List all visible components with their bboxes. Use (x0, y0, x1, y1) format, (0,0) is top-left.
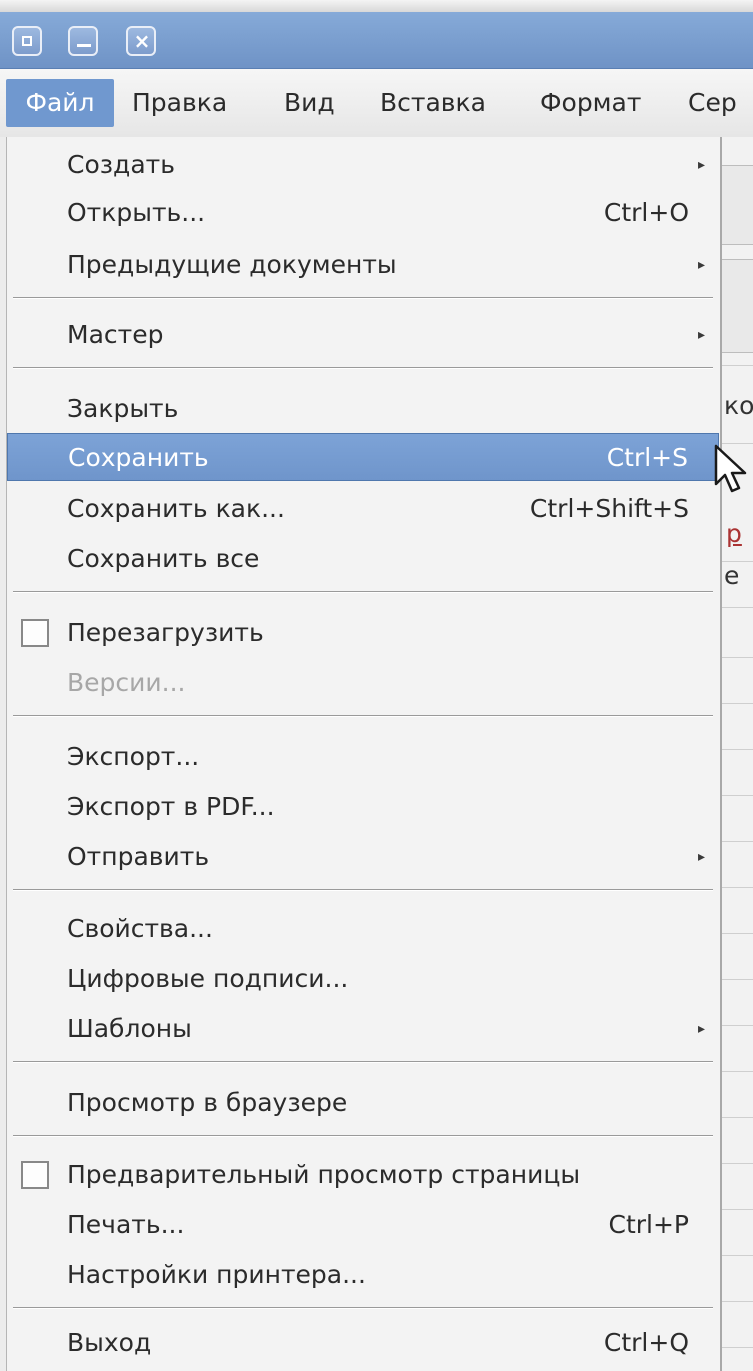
submenu-arrow-icon: ▸ (697, 257, 705, 273)
menu-item-shortcut: Ctrl+Q (603, 1328, 689, 1357)
menu-tools[interactable]: Сер (688, 83, 737, 123)
menu-item-save-all[interactable]: Сохранить все (7, 535, 719, 583)
menu-item-label: Предыдущие документы (67, 250, 397, 279)
menu-item-label: Закрыть (67, 394, 179, 423)
mouse-cursor-icon (714, 444, 747, 493)
menu-item-new[interactable]: Создать ▸ (7, 141, 719, 189)
menu-item-export-pdf[interactable]: Экспорт в PDF... (7, 783, 719, 831)
menu-view[interactable]: Вид (284, 83, 335, 123)
window-menu-button[interactable] (12, 26, 42, 56)
menu-item-export[interactable]: Экспорт... (7, 733, 719, 781)
minimize-button[interactable] (68, 26, 98, 56)
menu-item-exit[interactable]: Выход Ctrl+Q (7, 1319, 719, 1367)
background-text-fragment: р (726, 519, 742, 548)
window-top-edge (0, 0, 753, 12)
background-toolbar (722, 165, 753, 245)
checkbox-icon (21, 1161, 49, 1189)
menu-separator (13, 591, 713, 593)
menu-item-label: Свойства... (67, 914, 213, 943)
menu-item-preview-in-browser[interactable]: Просмотр в браузере (7, 1079, 719, 1127)
menu-item-properties[interactable]: Свойства... (7, 905, 719, 953)
title-bar: × (0, 12, 753, 69)
menu-item-templates[interactable]: Шаблоны ▸ (7, 1005, 719, 1053)
menu-item-label: Экспорт в PDF... (67, 792, 275, 821)
menu-item-recent-documents[interactable]: Предыдущие документы ▸ (7, 241, 719, 289)
menu-item-label: Печать... (67, 1210, 185, 1239)
menu-file[interactable]: Файл (6, 79, 114, 127)
submenu-arrow-icon: ▸ (697, 157, 705, 173)
menu-item-label: Создать (67, 150, 175, 179)
background-formula-box (722, 259, 753, 353)
menu-item-save[interactable]: Сохранить Ctrl+S (7, 433, 719, 481)
menu-item-printer-settings[interactable]: Настройки принтера... (7, 1251, 719, 1299)
menu-separator (13, 1307, 713, 1309)
menu-separator (13, 889, 713, 891)
menu-item-wizard[interactable]: Мастер ▸ (7, 311, 719, 359)
menu-item-label: Версии... (67, 668, 186, 697)
file-menu-dropdown: Создать ▸ Открыть... Ctrl+O Предыдущие д… (6, 137, 722, 1371)
menu-separator (13, 1135, 713, 1137)
menu-insert[interactable]: Вставка (380, 83, 486, 123)
close-icon: × (133, 29, 151, 53)
menu-item-label: Шаблоны (67, 1014, 192, 1043)
menu-item-shortcut: Ctrl+P (608, 1210, 689, 1239)
menu-item-label: Предварительный просмотр страницы (67, 1160, 581, 1189)
menu-item-shortcut: Ctrl+S (606, 443, 688, 472)
menu-item-label: Сохранить все (67, 544, 260, 573)
menu-separator (13, 1061, 713, 1063)
menu-item-save-as[interactable]: Сохранить как... Ctrl+Shift+S (7, 485, 719, 533)
background-document-area: ко р е (722, 137, 753, 1371)
menu-item-label: Выход (67, 1328, 152, 1357)
menu-bar: Файл Правка Вид Вставка Формат Сер (0, 69, 753, 137)
menu-item-page-preview[interactable]: Предварительный просмотр страницы (7, 1151, 719, 1199)
menu-separator (13, 367, 713, 369)
menu-item-label: Просмотр в браузере (67, 1088, 348, 1117)
menu-separator (13, 715, 713, 717)
close-button[interactable]: × (126, 26, 156, 56)
checkbox-icon (21, 619, 49, 647)
menu-item-label: Перезагрузить (67, 618, 264, 647)
background-text-fragment: ко (724, 391, 753, 420)
menu-item-label: Экспорт... (67, 742, 200, 771)
menu-item-versions: Версии... (7, 659, 719, 707)
submenu-arrow-icon: ▸ (697, 327, 705, 343)
submenu-arrow-icon: ▸ (697, 849, 705, 865)
menu-edit[interactable]: Правка (132, 83, 227, 123)
menu-item-label: Цифровые подписи... (67, 964, 349, 993)
submenu-arrow-icon: ▸ (697, 1021, 705, 1037)
menu-item-shortcut: Ctrl+Shift+S (529, 494, 689, 523)
menu-item-close[interactable]: Закрыть (7, 385, 719, 433)
menu-item-label: Настройки принтера... (67, 1260, 366, 1289)
menu-item-shortcut: Ctrl+O (603, 198, 689, 227)
menu-item-print[interactable]: Печать... Ctrl+P (7, 1201, 719, 1249)
background-text-fragment: е (724, 561, 740, 590)
menu-item-label: Открыть... (67, 198, 206, 227)
menu-item-open[interactable]: Открыть... Ctrl+O (7, 189, 719, 237)
menu-item-reload[interactable]: Перезагрузить (7, 609, 719, 657)
menu-item-digital-signatures[interactable]: Цифровые подписи... (7, 955, 719, 1003)
minimize-icon (77, 44, 91, 47)
window-menu-icon (22, 36, 32, 46)
menu-item-label: Мастер (67, 320, 164, 349)
menu-format[interactable]: Формат (540, 83, 641, 123)
menu-separator (13, 297, 713, 299)
menu-item-label: Сохранить как... (67, 494, 285, 523)
menu-item-label: Отправить (67, 842, 210, 871)
menu-item-send[interactable]: Отправить ▸ (7, 833, 719, 881)
menu-item-label: Сохранить (68, 443, 209, 472)
